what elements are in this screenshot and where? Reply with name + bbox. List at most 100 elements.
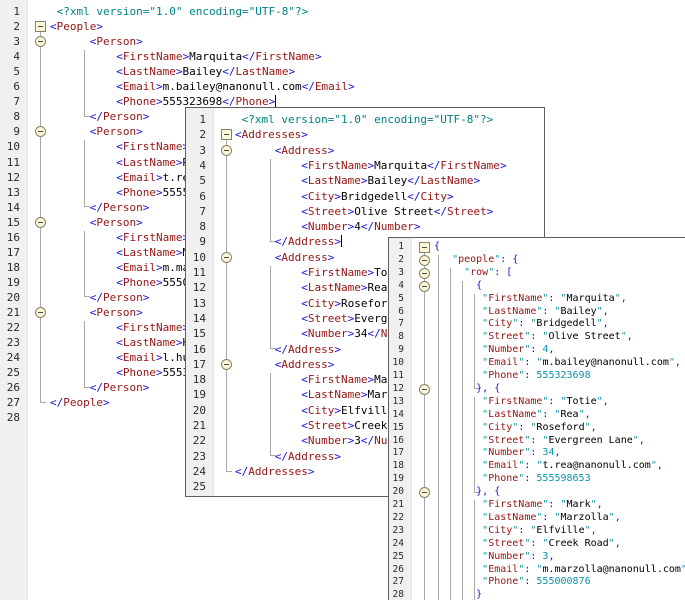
fold-collapse-icon[interactable]: [419, 281, 430, 292]
code-line: "Email": "m.bailey@nanonull.com",: [434, 357, 681, 370]
code-line: "City": "Elfville",: [434, 525, 597, 538]
fold-collapse-icon[interactable]: [419, 268, 430, 279]
code-line: <?xml version="1.0" encoding="UTF-8"?>: [50, 4, 308, 19]
line-number: 5: [0, 64, 20, 79]
line-number: 12: [186, 280, 206, 295]
line-number: 9: [186, 234, 206, 249]
code-line: <City>Bridgedell</City>: [235, 189, 454, 204]
code-line: <Address>: [235, 143, 334, 158]
line-number: 4: [0, 49, 20, 64]
fold-collapse-icon[interactable]: [35, 217, 46, 228]
fold-root-collapse-icon[interactable]: [35, 21, 46, 32]
line-number: 27: [0, 395, 20, 410]
code-line: "FirstName": "Totie",: [434, 396, 609, 409]
line-number: 25: [0, 365, 20, 380]
line-number: 13: [186, 296, 206, 311]
code-line: </Person>: [50, 290, 149, 305]
code-area[interactable]: 1{2 "people": {3 "row": [4 {5 "FirstName…: [389, 238, 685, 600]
line-number: 6: [389, 306, 404, 319]
code-line: <People>: [50, 19, 103, 34]
line-number: 21: [0, 305, 20, 320]
line-number: 14: [389, 409, 404, 422]
line-number: 5: [186, 173, 206, 188]
line-number: 20: [0, 290, 20, 305]
code-line: "City": "Bridgedell",: [434, 318, 609, 331]
code-line: "Street": "Evergreen Lane",: [434, 435, 645, 448]
fold-collapse-icon[interactable]: [221, 145, 232, 156]
line-number: 7: [0, 94, 20, 109]
line-number: 5: [389, 293, 404, 306]
code-line: }, {: [434, 383, 500, 396]
fold-collapse-icon[interactable]: [419, 255, 430, 266]
line-number: 3: [0, 34, 20, 49]
line-number: 6: [0, 79, 20, 94]
line-number: 3: [186, 143, 206, 158]
line-number: 4: [186, 158, 206, 173]
code-line: {: [434, 280, 482, 293]
fold-collapse-icon[interactable]: [419, 487, 430, 498]
line-number: 9: [389, 344, 404, 357]
line-number: 13: [0, 185, 20, 200]
line-number: 27: [389, 576, 404, 589]
code-line: <Person>: [50, 124, 143, 139]
line-number: 26: [0, 380, 20, 395]
line-number: 25: [389, 551, 404, 564]
code-line: <FirstName>Marquita</FirstName>: [235, 158, 507, 173]
code-line: <Email>m.bailey@nanonull.com</Email>: [50, 79, 355, 94]
line-number: 11: [0, 155, 20, 170]
line-number: 8: [0, 109, 20, 124]
line-number: 23: [0, 335, 20, 350]
line-number: 15: [0, 215, 20, 230]
line-number: 28: [389, 589, 404, 600]
code-line: <Person>: [50, 215, 143, 230]
code-line: <Addresses>: [235, 127, 308, 142]
line-number: 10: [0, 139, 20, 154]
code-line: "Email": "t.rea@nanonull.com",: [434, 460, 663, 473]
line-number: 1: [186, 112, 206, 127]
text-cursor: [341, 235, 342, 247]
code-line: <FirstName>: [50, 320, 189, 335]
code-line: "Phone": 555598653: [434, 473, 591, 486]
line-number: 16: [389, 435, 404, 448]
code-line: }, {: [434, 486, 500, 499]
line-number: 23: [389, 525, 404, 538]
line-number: 10: [186, 250, 206, 265]
line-number: 15: [186, 326, 206, 341]
code-line: <Phone>5553: [50, 365, 189, 380]
line-number: 10: [389, 357, 404, 370]
fold-collapse-icon[interactable]: [221, 252, 232, 263]
code-line: <Address>: [235, 250, 334, 265]
fold-root-collapse-icon[interactable]: [419, 242, 430, 253]
line-number: 19: [0, 275, 20, 290]
line-number: 6: [186, 189, 206, 204]
line-number: 9: [0, 124, 20, 139]
line-number: 17: [389, 447, 404, 460]
code-line: "FirstName": "Mark",: [434, 499, 603, 512]
line-number: 23: [186, 449, 206, 464]
line-number: 2: [0, 19, 20, 34]
fold-root-collapse-icon[interactable]: [221, 129, 232, 140]
line-number: 16: [0, 230, 20, 245]
code-line: </Address>: [235, 449, 341, 464]
fold-collapse-icon[interactable]: [419, 384, 430, 395]
code-line: <Person>: [50, 305, 143, 320]
code-line: }: [434, 589, 482, 600]
code-line: </Person>: [50, 109, 149, 124]
line-number: 16: [186, 342, 206, 357]
line-number: 11: [389, 370, 404, 383]
text-cursor: [275, 95, 276, 107]
code-line: "people": {: [434, 254, 518, 267]
fold-collapse-icon[interactable]: [35, 307, 46, 318]
line-number: 17: [0, 245, 20, 260]
code-line: <Number>4</Number>: [235, 219, 420, 234]
line-number: 18: [389, 460, 404, 473]
fold-structure-line: [424, 251, 425, 600]
fold-collapse-icon[interactable]: [221, 359, 232, 370]
code-line: "Number": 34,: [434, 447, 561, 460]
code-line: "Number": 4,: [434, 344, 554, 357]
line-number: 8: [186, 219, 206, 234]
line-number: 25: [186, 479, 206, 494]
line-number: 24: [389, 538, 404, 551]
fold-structure-line: [40, 29, 46, 403]
line-number: 21: [186, 418, 206, 433]
